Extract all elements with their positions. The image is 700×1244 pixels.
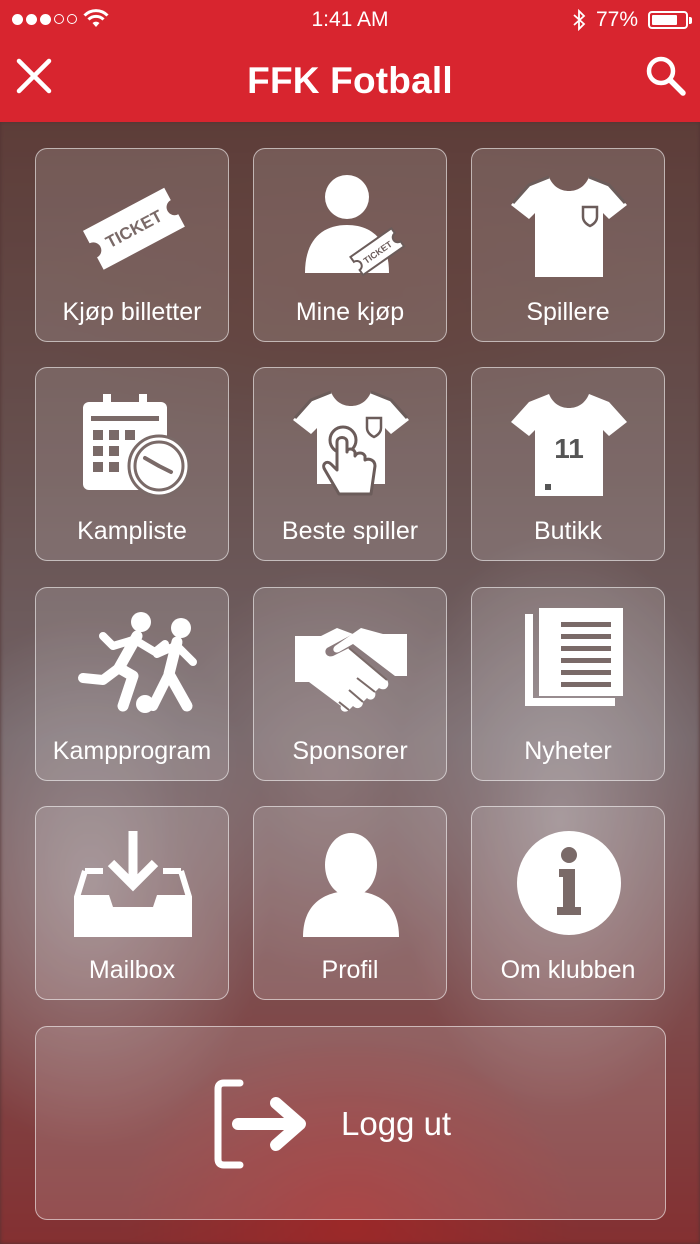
menu-tile-label: Kampprogram [52, 737, 212, 765]
info-icon [517, 831, 621, 935]
menu-tile-label: Mine kjøp [295, 298, 405, 326]
menu-tile-label: Sponsorer [292, 737, 408, 765]
menu-tile-om-klubben[interactable]: Om klubben [471, 806, 665, 1000]
menu-tile-sponsorer[interactable]: Sponsorer [253, 587, 447, 781]
logout-button[interactable]: Logg ut [35, 1026, 666, 1220]
search-icon[interactable] [644, 54, 688, 98]
profile-icon [303, 833, 399, 937]
menu-tile-label: Kampliste [77, 517, 187, 545]
menu-tile-label: Kjøp billetter [62, 298, 202, 326]
menu-tile-label: Butikk [533, 517, 603, 545]
players-icon [78, 612, 197, 713]
menu-tile-nyheter[interactable]: Nyheter [471, 587, 665, 781]
person-ticket-icon: TICKET [305, 175, 406, 277]
news-icon [525, 608, 623, 706]
jersey-icon [511, 175, 627, 277]
menu-tile-label: Profil [321, 956, 379, 984]
menu-tile-spillere[interactable]: Spillere [471, 148, 665, 342]
calendar-clock-icon [83, 394, 191, 498]
menu-tile-label: Beste spiller [281, 517, 419, 545]
bluetooth-icon [573, 9, 586, 31]
menu-tile-label: Spillere [526, 298, 610, 326]
jersey-number-icon: 11 [511, 394, 627, 496]
menu-tile-profil[interactable]: Profil [253, 806, 447, 1000]
page-title: FFK Fotball [247, 60, 453, 101]
logout-icon [214, 1079, 306, 1169]
menu-tile-label: Om klubben [500, 956, 636, 984]
handshake-icon [295, 628, 407, 712]
jersey-tap-icon [293, 390, 409, 496]
menu-tile-kampprogram[interactable]: Kampprogram [35, 587, 229, 781]
nav-bar: FFK Fotball [0, 40, 700, 122]
inbox-icon [74, 831, 192, 937]
menu-tile-mailbox[interactable]: Mailbox [35, 806, 229, 1000]
svg-text:11: 11 [554, 433, 584, 464]
menu-tile-label: Nyheter [524, 737, 612, 765]
status-right: 77% [572, 8, 692, 32]
menu-tile-butikk[interactable]: 11 Butikk [471, 367, 665, 561]
menu-tile-kampliste[interactable]: Kampliste [35, 367, 229, 561]
logout-label: Logg ut [341, 1105, 452, 1142]
menu-tile-mine-kjop[interactable]: TICKET Mine kjøp [253, 148, 447, 342]
menu-tile-kjop-billetter[interactable]: TICKET Kjøp billetter [35, 148, 229, 342]
battery-icon [648, 11, 692, 29]
status-bar: 1:41 AM 77% [0, 0, 700, 40]
battery-percent: 77% [595, 8, 638, 31]
menu-tile-beste-spiller[interactable]: Beste spiller [253, 367, 447, 561]
menu-tile-label: Mailbox [88, 956, 176, 984]
ticket-icon: TICKET [82, 187, 185, 270]
